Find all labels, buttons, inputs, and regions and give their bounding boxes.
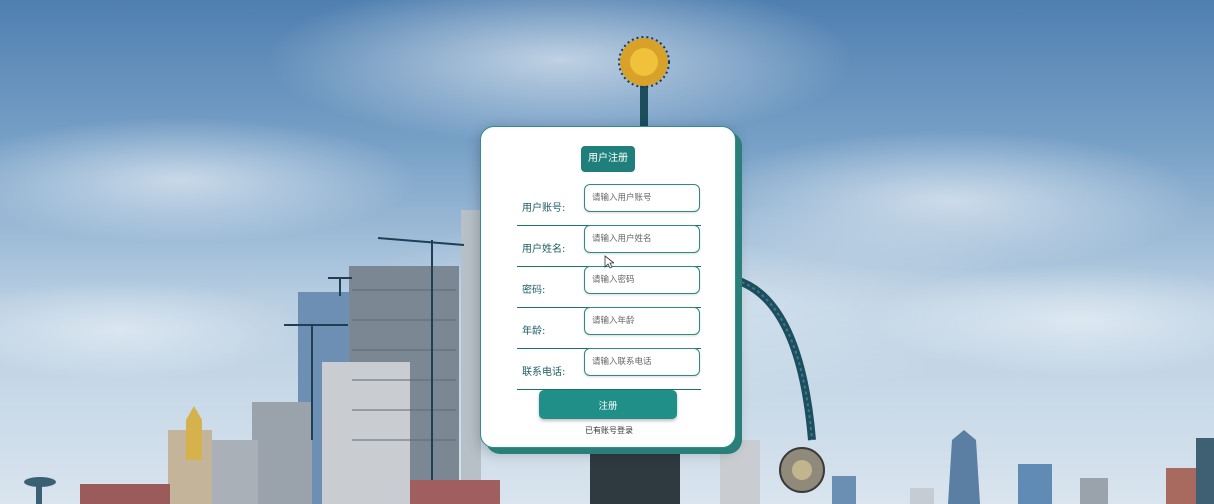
phone-label: 联系电话: <box>522 367 566 378</box>
register-card: 用户注册 用户账号: 用户姓名: 密码: 年龄: 联系电话: 注册 已有账号登录 <box>480 126 736 448</box>
field-row-password: 密码: <box>517 266 701 308</box>
field-row-phone: 联系电话: <box>517 348 701 390</box>
phone-input[interactable] <box>584 348 700 376</box>
name-label: 用户姓名: <box>522 244 566 255</box>
field-row-account: 用户账号: <box>517 184 701 226</box>
account-label: 用户账号: <box>522 203 566 214</box>
age-label: 年龄: <box>522 326 546 337</box>
account-input[interactable] <box>584 184 700 212</box>
field-row-age: 年龄: <box>517 307 701 349</box>
age-input[interactable] <box>584 307 700 335</box>
page-background: 用户注册 用户账号: 用户姓名: 密码: 年龄: 联系电话: 注册 已有账号登录 <box>0 0 1214 504</box>
password-label: 密码: <box>522 285 546 296</box>
password-input[interactable] <box>584 266 700 294</box>
form-title: 用户注册 <box>581 146 635 172</box>
mouse-cursor-icon <box>604 255 614 269</box>
register-button[interactable]: 注册 <box>539 390 677 419</box>
login-link[interactable]: 已有账号登录 <box>481 425 737 436</box>
name-input[interactable] <box>584 225 700 253</box>
